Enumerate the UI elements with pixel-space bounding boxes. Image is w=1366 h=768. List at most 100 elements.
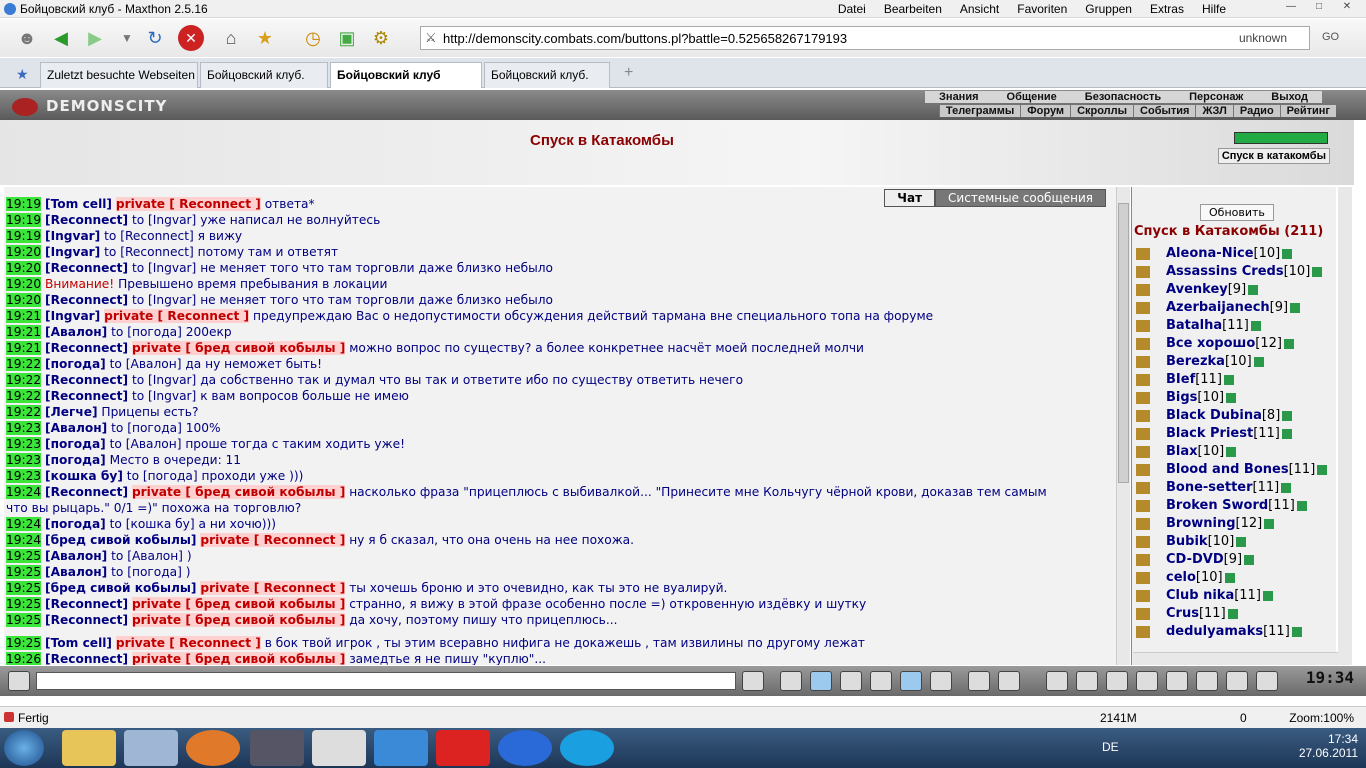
go-catacombs-button[interactable]: Спуск в катакомбы — [1217, 148, 1330, 164]
chat-nick[interactable]: [Reconnect] — [45, 213, 128, 227]
player-item[interactable]: Crus[11] — [1136, 606, 1238, 621]
private-msg-icon[interactable] — [1136, 463, 1150, 476]
maxthon-taskbar-icon[interactable] — [124, 730, 178, 766]
info-icon[interactable] — [1317, 464, 1328, 475]
menu-hilfe[interactable]: Hilfe — [1202, 2, 1226, 16]
menu-gruppen[interactable]: Gruppen — [1085, 2, 1132, 16]
minimize-icon[interactable]: — — [1278, 0, 1304, 14]
nav-forum[interactable]: Форум — [1020, 105, 1071, 117]
chat-time[interactable]: 19:25 — [6, 613, 42, 627]
chat-private-target[interactable]: private [ Reconnect ] — [200, 533, 346, 547]
chat-private-target[interactable]: private [ бред сивой кобылы ] — [131, 613, 346, 627]
tab-club-3[interactable]: Бойцовский клуб. — [484, 62, 610, 88]
private-msg-icon[interactable] — [1136, 355, 1150, 368]
maximize-icon[interactable]: □ — [1306, 0, 1332, 14]
info-icon[interactable] — [1262, 590, 1273, 601]
players-scrollbar[interactable] — [1338, 187, 1352, 665]
chat-nick[interactable]: [Tom cell] — [45, 197, 112, 211]
chat-time[interactable]: 19:26 — [6, 652, 42, 665]
private-msg-icon[interactable] — [1136, 373, 1150, 386]
chat-time[interactable]: 19:25 — [6, 581, 42, 595]
chat-time[interactable]: 19:20 — [6, 293, 42, 307]
chat-nick[interactable]: [бред сивой кобылы] — [45, 581, 196, 595]
lock-icon[interactable] — [1166, 671, 1188, 691]
private-msg-icon[interactable] — [1136, 571, 1150, 584]
private-msg-icon[interactable] — [1136, 499, 1150, 512]
chat-to-target[interactable]: to [Reconnect] — [104, 245, 194, 259]
info-icon[interactable] — [1226, 392, 1237, 403]
chat-time[interactable]: 19:19 — [6, 197, 42, 211]
player-item[interactable]: Club nika[11] — [1136, 588, 1273, 603]
info-icon[interactable] — [1227, 608, 1238, 619]
chat-to-target[interactable]: to [погода] — [127, 469, 198, 483]
address-url[interactable]: http://demonscity.combats.com/buttons.pl… — [443, 31, 847, 46]
chat-time[interactable]: 19:25 — [6, 565, 42, 579]
player-item[interactable]: Azerbaijanech[9] — [1136, 300, 1301, 315]
player-name[interactable]: Black Priest — [1166, 426, 1253, 441]
chat-time[interactable]: 19:21 — [6, 325, 42, 339]
menu-favoriten[interactable]: Favoriten — [1017, 2, 1067, 16]
info-icon[interactable] — [1282, 410, 1293, 421]
info-icon[interactable] — [1291, 626, 1302, 637]
player-item[interactable]: Broken Sword[11] — [1136, 498, 1307, 513]
chat-nick[interactable]: [Ingvar] — [45, 309, 100, 323]
chat-time[interactable]: 19:22 — [6, 373, 42, 387]
player-item[interactable]: Bigs[10] — [1136, 390, 1237, 405]
chat-nick[interactable]: [Reconnect] — [45, 261, 128, 275]
player-item[interactable]: Blax[10] — [1136, 444, 1237, 459]
info-icon[interactable] — [1223, 374, 1234, 385]
player-name[interactable]: Aleona-Nice — [1166, 246, 1254, 261]
chat-private-target[interactable]: private [ бред сивой кобылы ] — [131, 652, 346, 665]
player-item[interactable]: Black Priest[11] — [1136, 426, 1292, 441]
player-name[interactable]: Все хорошо — [1166, 336, 1255, 351]
emoji-icon[interactable] — [968, 671, 990, 691]
new-tab-icon[interactable]: + — [624, 64, 633, 82]
info-icon[interactable] — [1290, 302, 1301, 313]
chat-private-target[interactable]: private [ бред сивой кобылы ] — [131, 341, 346, 355]
chat-to-target[interactable]: to [Авалон] — [110, 437, 182, 451]
player-item[interactable]: celo[10] — [1136, 570, 1235, 585]
chat-time[interactable]: 19:21 — [6, 309, 42, 323]
chat-time[interactable]: 19:20 — [6, 245, 42, 259]
save-icon[interactable]: ▣ — [334, 25, 360, 51]
private-msg-icon[interactable] — [1136, 481, 1150, 494]
back-icon[interactable]: ◀ — [48, 25, 74, 51]
game-taskbar-icon[interactable] — [436, 730, 490, 766]
player-item[interactable]: Batalha[11] — [1136, 318, 1261, 333]
dropbox-icon[interactable] — [374, 730, 428, 766]
tools-icon[interactable]: ⚙ — [368, 25, 394, 51]
chat-time[interactable]: 19:23 — [6, 421, 42, 435]
player-item[interactable]: Blood and Bones[11] — [1136, 462, 1328, 477]
chat-time[interactable]: 19:23 — [6, 453, 42, 467]
chat-scrollbar[interactable] — [1116, 187, 1130, 665]
explorer-icon[interactable] — [62, 730, 116, 766]
players-hscrollbar[interactable] — [1133, 652, 1338, 665]
chat-to-target[interactable]: to [погода] — [111, 325, 182, 339]
info-icon[interactable] — [1312, 266, 1323, 277]
player-item[interactable]: Black Dubina[8] — [1136, 408, 1293, 423]
info-icon[interactable] — [1281, 482, 1292, 493]
chat-to-target[interactable]: to [Авалон] — [111, 549, 183, 563]
chat-to-target[interactable]: to [Ingvar] — [132, 389, 196, 403]
chat-nick[interactable]: [погода] — [45, 437, 106, 451]
armor-icon[interactable] — [1136, 671, 1158, 691]
player-name[interactable]: celo — [1166, 570, 1196, 585]
info-icon[interactable] — [1236, 536, 1247, 547]
info-icon[interactable] — [1253, 356, 1264, 367]
chat-nick[interactable]: [Reconnect] — [45, 293, 128, 307]
dropdown-icon[interactable]: ▼ — [114, 25, 140, 51]
info-icon[interactable] — [1283, 338, 1294, 349]
chat-nick[interactable]: [Tom cell] — [45, 636, 112, 650]
player-name[interactable]: Blood and Bones — [1166, 462, 1289, 477]
chat-nick[interactable]: [Reconnect] — [45, 652, 128, 665]
private-msg-icon[interactable] — [1136, 535, 1150, 548]
info-icon[interactable] — [1264, 518, 1275, 529]
chat-time[interactable]: 19:20 — [6, 277, 42, 291]
player-item[interactable]: CD-DVD[9] — [1136, 552, 1255, 567]
nav-knowledge[interactable]: Знания — [925, 91, 993, 103]
chat-time[interactable]: 19:25 — [6, 636, 42, 650]
chat-nick[interactable]: [Ingvar] — [45, 229, 100, 243]
tab-club-1[interactable]: Бойцовский клуб. — [200, 62, 328, 88]
nav-security[interactable]: Безопасность — [1070, 91, 1176, 103]
private-msg-icon[interactable] — [1136, 319, 1150, 332]
